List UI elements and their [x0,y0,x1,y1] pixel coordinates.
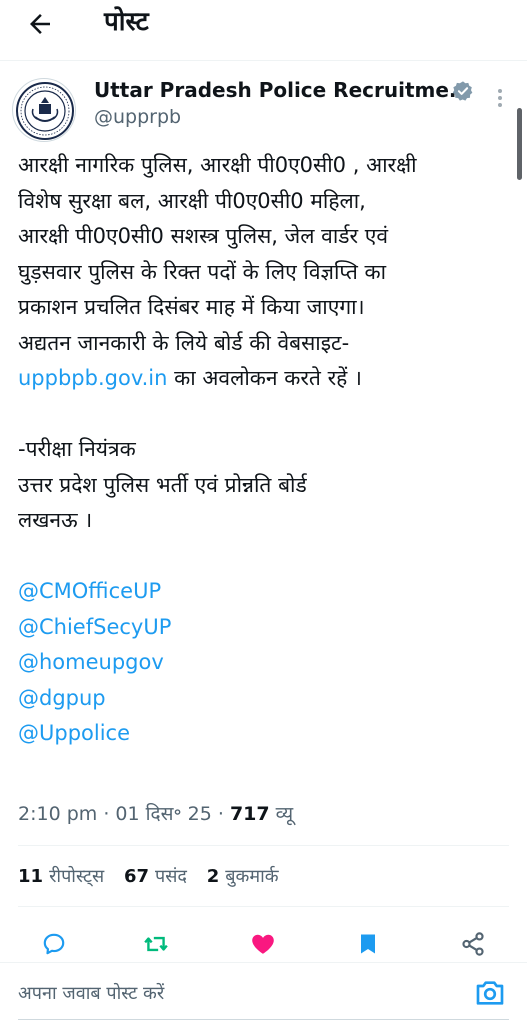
signature-line: लखनऊ । [18,508,93,532]
verified-badge-icon [452,81,473,101]
divider [18,906,509,907]
reply-input[interactable] [18,977,458,1009]
bookmarks-count: 2 [206,866,220,887]
repost-icon [144,936,168,952]
likes-count: 67 [123,866,150,887]
header-divider [0,60,527,61]
reply-icon [43,933,65,955]
meta-separator: · [103,803,116,825]
views-count: 717 [229,803,270,825]
website-suffix: का अवलोकन करते रहें । [167,366,362,390]
author-row: Uttar Pradesh Police Recruitme... @upprp… [12,70,517,142]
police-emblem-icon [16,82,74,140]
camera-button[interactable] [474,977,508,1009]
camera-icon [476,981,504,1005]
bookmark-icon [361,934,375,954]
verified-badge [452,80,474,102]
more-options-button[interactable] [490,86,510,110]
back-button[interactable] [22,6,58,42]
signature-line: -परीक्षा नियंत्रक [18,437,136,461]
mention-link[interactable]: @dgpup [18,686,106,710]
top-bar: पोस्ट [0,0,527,52]
heart-icon [252,934,274,954]
scrollbar[interactable] [517,108,522,180]
arrow-left-icon [30,14,50,34]
tweet-text: आरक्षी नागरिक पुलिस, आरक्षी पी0ए0सी0 , आ… [18,148,514,752]
more-vertical-icon [498,89,502,107]
author-handle[interactable]: @upprpb [94,106,181,128]
share-button[interactable] [455,926,491,962]
like-button[interactable] [245,926,281,962]
mention-link[interactable]: @ChiefSecyUP [18,615,171,639]
tweet-line: आरक्षी नागरिक पुलिस, आरक्षी पी0ए0सी0 , आ… [18,153,417,177]
tweet-line: विशेष सुरक्षा बल, आरक्षी पी0ए0सी0 महिला, [18,188,366,213]
bookmarks-label: बुकमार्क [225,866,279,887]
repost-button[interactable] [138,926,174,962]
tweet-time[interactable]: 2:10 pm [18,803,97,825]
bookmarks-stat[interactable]: 2 बुकमार्क [207,866,279,887]
tweet-date[interactable]: 01 दिस॰ 25 [115,803,211,825]
reply-underline [18,1019,509,1020]
engagement-stats: 11 रीपोस्ट्स 67 पसंद 2 बुकमार्क [18,864,293,888]
likes-label: पसंद [155,866,187,887]
likes-stat[interactable]: 67 पसंद [124,866,187,887]
page-title: पोस्ट [104,7,149,37]
tweet-line: आरक्षी पी0ए0सी0 सशस्त्र पुलिस, जेल वार्ड… [18,224,389,248]
reply-bar [0,962,527,1024]
mention-link[interactable]: @homeupgov [18,650,164,674]
tweet-line: घुड़सवार पुलिस के रिक्त पदों के लिए विज्… [18,259,387,284]
website-link[interactable]: uppbpb.gov.in [18,366,167,390]
tweet-line: uppbpb.gov.in का अवलोकन करते रहें । [18,361,514,397]
bookmark-button[interactable] [350,926,386,962]
signature-line: उत्तर प्रदेश पुलिस भर्ती एवं प्रोन्नति ब… [18,472,307,497]
meta-separator: · [217,803,230,825]
reposts-label: रीपोस्ट्स [49,866,105,887]
avatar[interactable] [12,78,76,142]
mention-link[interactable]: @CMOfficeUP [18,579,161,603]
reposts-count: 11 [18,866,44,887]
tweet-meta: 2:10 pm · 01 दिस॰ 25 · 717 व्यू [18,800,293,826]
divider [18,845,509,846]
author-name[interactable]: Uttar Pradesh Police Recruitme... [94,78,472,102]
tweet-line: अद्यतन जानकारी के लिये बोर्ड की वेबसाइट- [18,330,350,355]
action-bar [0,926,527,962]
reply-button[interactable] [36,926,72,962]
reposts-stat[interactable]: 11 रीपोस्ट्स [18,866,104,887]
share-icon [462,932,484,956]
tweet-line: प्रकाशन प्रचलित दिसंबर माह में किया जाएग… [18,295,365,319]
mention-link[interactable]: @Uppolice [18,721,130,745]
views-label: व्यू [275,803,294,825]
